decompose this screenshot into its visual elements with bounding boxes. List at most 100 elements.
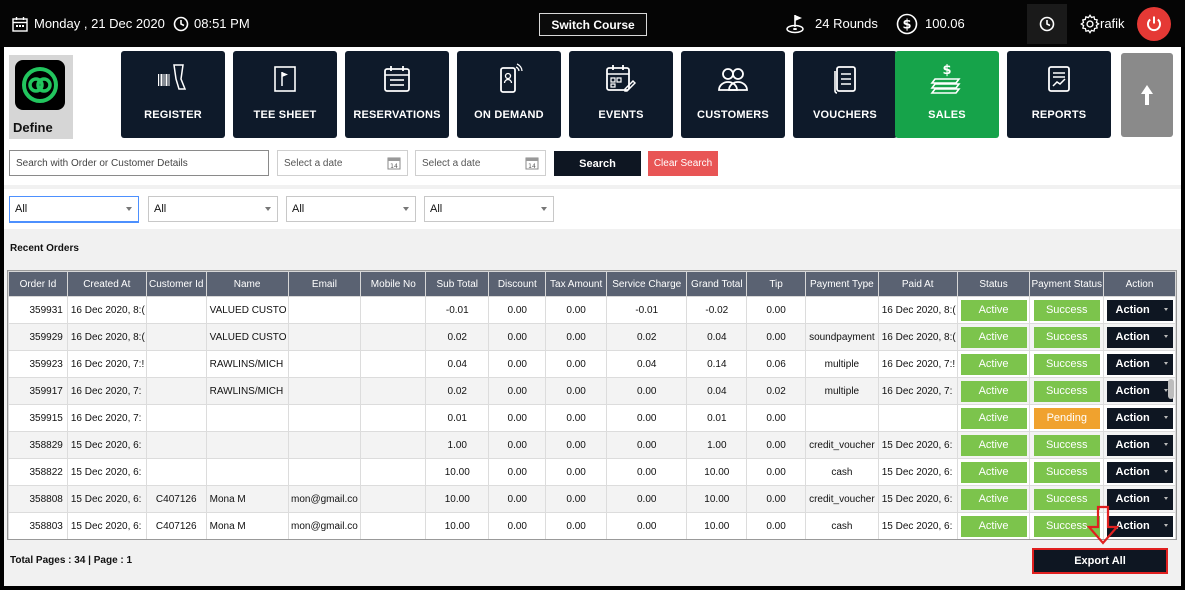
table-row[interactable]: 359931 16 Dec 2020, 8:(VALUED CUSTO -0.01 0… <box>8 296 1176 324</box>
column-header[interactable]: Sub Total <box>425 271 490 297</box>
search-button[interactable]: Search <box>554 151 641 176</box>
filter-select-4[interactable]: All <box>424 196 554 222</box>
action-dropdown-button[interactable]: Action <box>1106 353 1173 375</box>
table-cell: 0.00 <box>488 458 547 486</box>
column-header[interactable]: Created At <box>66 271 147 297</box>
column-header[interactable]: Name <box>205 271 289 297</box>
filter-select-3[interactable]: All <box>286 196 416 222</box>
caret-down-icon <box>1163 496 1168 500</box>
action-dropdown-button[interactable]: Action <box>1106 299 1173 321</box>
search-input[interactable]: Search with Order or Customer Details <box>9 150 269 176</box>
nav-customers[interactable]: CUSTOMERS <box>681 51 785 138</box>
table-row[interactable]: 359929 16 Dec 2020, 8:(VALUED CUSTO 0.02 0.… <box>8 323 1176 351</box>
table-cell: 359915 <box>8 404 68 432</box>
nav-vouchers[interactable]: VOUCHERS <box>793 51 897 138</box>
table-cell: 15 Dec 2020, 6: <box>877 512 958 539</box>
table-cell: 16 Dec 2020, 7: <box>66 377 147 405</box>
table-cell: 0.00 <box>545 323 607 351</box>
table-cell: 0.04 <box>605 350 688 378</box>
table-cell: 0.00 <box>746 323 806 351</box>
nav-tee-sheet[interactable]: TEE SHEET <box>233 51 337 138</box>
payment-status-badge: Pending <box>1033 407 1100 429</box>
nav-on-demand[interactable]: ON DEMAND <box>457 51 561 138</box>
action-dropdown-button[interactable]: Action <box>1106 434 1173 456</box>
table-cell: 358803 <box>8 512 68 539</box>
table-cell: 16 Dec 2020, 7:! <box>66 350 147 378</box>
end-date-field[interactable]: Select a date 14 <box>415 150 546 176</box>
filter-select-2[interactable]: All <box>148 196 278 222</box>
switch-course-button[interactable]: Switch Course <box>539 13 647 36</box>
barcode-scanner-icon <box>158 64 187 90</box>
define-logo-tile[interactable]: Define <box>9 55 73 139</box>
column-header[interactable]: Payment Type <box>805 271 879 297</box>
table-cell <box>805 296 879 324</box>
logout-button[interactable] <box>1137 7 1171 41</box>
nav-reports[interactable]: REPORTS <box>1007 51 1111 138</box>
table-cell: 0.00 <box>488 512 547 539</box>
nav-reservations[interactable]: RESERVATIONS <box>345 51 449 138</box>
column-header[interactable]: Order Id <box>8 271 68 297</box>
balance-display: $ 100.06 <box>896 0 965 47</box>
column-header[interactable]: Mobile No <box>360 271 427 297</box>
table-cell: 0.02 <box>746 377 806 405</box>
table-cell: 16 Dec 2020, 8:( <box>66 296 147 324</box>
caret-down-icon <box>1163 415 1168 419</box>
table-row[interactable]: 358808 15 Dec 2020, 6: C407126 Mona Mmon@gm… <box>8 485 1176 513</box>
status-badge: Active <box>960 299 1027 321</box>
nav-sales[interactable]: $ SALES <box>895 51 999 138</box>
table-cell: 0.02 <box>605 323 688 351</box>
filter-select-1[interactable]: All <box>9 196 139 222</box>
table-cell: 15 Dec 2020, 6: <box>877 485 958 513</box>
table-row[interactable]: 359917 16 Dec 2020, 7: RAWLINS/MICH 0.02 0.0… <box>8 377 1176 405</box>
table-cell: 0.04 <box>686 377 748 405</box>
table-row[interactable]: 358829 15 Dec 2020, 6: 1.00 0.00 0.00 0.00 1.0… <box>8 431 1176 459</box>
settings-button[interactable] <box>1079 0 1101 47</box>
column-header[interactable]: Tax Amount <box>545 271 607 297</box>
table-row[interactable]: 358822 15 Dec 2020, 6: 10.00 0.00 0.00 0.00 10… <box>8 458 1176 486</box>
table-cell: soundpayment <box>805 323 879 351</box>
calendar-list-icon <box>384 66 410 92</box>
table-cell: 0.00 <box>746 458 806 486</box>
action-dropdown-button[interactable]: Action <box>1106 380 1173 402</box>
column-header[interactable]: Paid At <box>877 271 958 297</box>
table-cell: 16 Dec 2020, 8:( <box>877 296 958 324</box>
column-header[interactable]: Email <box>287 271 362 297</box>
column-header[interactable]: Discount <box>488 271 547 297</box>
export-all-button[interactable]: Export All <box>1032 548 1168 574</box>
arrow-up-icon <box>1141 85 1153 105</box>
user-name[interactable]: rafik <box>1100 0 1125 47</box>
action-label: Action <box>1115 385 1150 397</box>
table-row[interactable]: 359915 16 Dec 2020, 7: 0.01 0.00 0.00 0.00 0.0… <box>8 404 1176 432</box>
collapse-nav-button[interactable] <box>1121 53 1173 137</box>
history-button[interactable] <box>1027 4 1067 44</box>
caret-down-icon <box>1163 388 1168 392</box>
nav-events[interactable]: EVENTS <box>569 51 673 138</box>
column-header[interactable]: Grand Total <box>686 271 748 297</box>
nav-label: SALES <box>928 109 966 121</box>
start-date-field[interactable]: Select a date 14 <box>277 150 408 176</box>
table-row[interactable]: 358803 15 Dec 2020, 6: C407126 Mona Mmon@gm… <box>8 512 1176 539</box>
nav-register[interactable]: REGISTER <box>121 51 225 138</box>
action-dropdown-button[interactable]: Action <box>1106 461 1173 483</box>
table-cell: 15 Dec 2020, 6: <box>877 458 958 486</box>
column-header[interactable]: Service Charge <box>605 271 688 297</box>
chevron-down-icon <box>265 207 271 211</box>
nav-label: ON DEMAND <box>474 109 544 121</box>
table-row[interactable]: 359923 16 Dec 2020, 7:! RAWLINS/MICH 0.04 0.… <box>8 350 1176 378</box>
flag-icon <box>274 66 296 92</box>
table-scrollbar[interactable] <box>1168 379 1174 399</box>
action-dropdown-button[interactable]: Action <box>1106 407 1173 429</box>
nav-label: VOUCHERS <box>813 109 877 121</box>
column-header[interactable]: Payment Status <box>1029 271 1105 297</box>
action-dropdown-button[interactable]: Action <box>1106 326 1173 348</box>
column-header[interactable]: Customer Id <box>145 271 207 297</box>
table-cell <box>145 296 207 324</box>
column-header[interactable]: Action <box>1103 271 1176 297</box>
table-cell: 0.00 <box>605 458 688 486</box>
table-cell: 0.00 <box>545 377 607 405</box>
logo-label: Define <box>13 120 53 135</box>
column-header[interactable]: Status <box>956 271 1031 297</box>
clear-search-button[interactable]: Clear Search <box>648 151 718 176</box>
table-cell: cash <box>805 512 879 539</box>
column-header[interactable]: Tip <box>746 271 806 297</box>
